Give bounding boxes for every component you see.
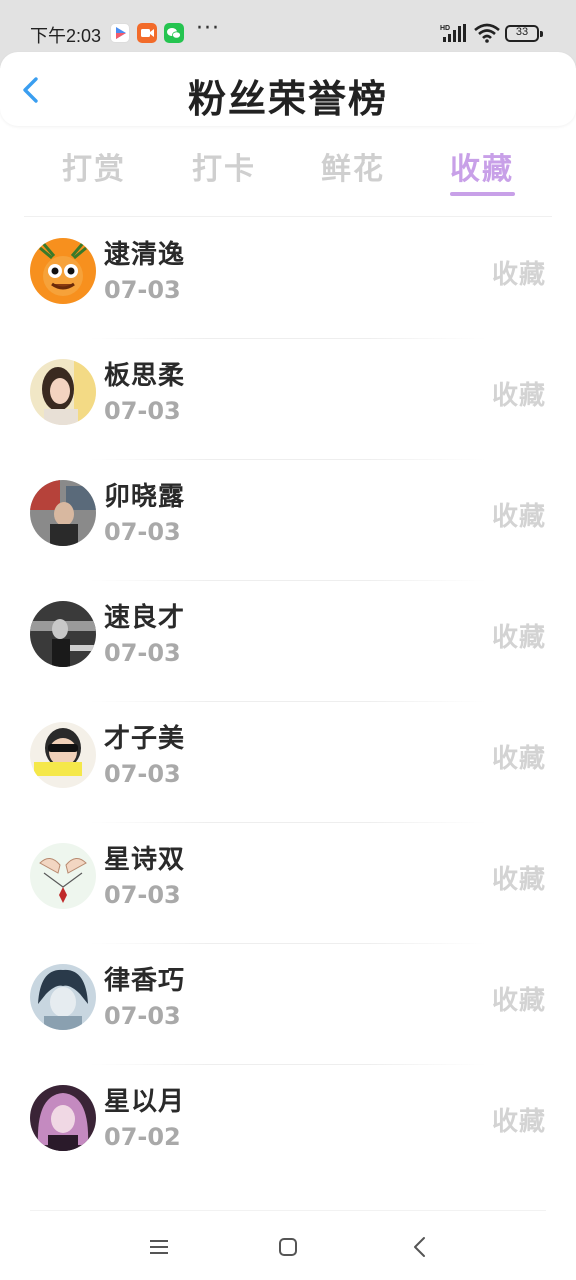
tab-flowers[interactable]: 鲜花: [321, 144, 385, 188]
anime-girl-avatar-icon[interactable]: [30, 1085, 96, 1151]
list-item[interactable]: 星诗双 07-03 收藏: [0, 823, 576, 944]
street-photo-avatar-icon[interactable]: [30, 480, 96, 546]
girl-photo-avatar-icon[interactable]: [30, 359, 96, 425]
tab-bar: 打赏 打卡 鲜花 收藏: [0, 140, 576, 202]
page-header: 粉丝荣誉榜: [0, 52, 576, 126]
fan-name: 星以月: [104, 1087, 186, 1117]
system-back-button[interactable]: [405, 1232, 435, 1262]
more-notifications-icon: ···: [196, 16, 220, 41]
divider: [24, 216, 552, 217]
battery-icon: 33: [505, 25, 539, 42]
system-nav-bar: [0, 1220, 576, 1280]
action-tag: 收藏: [491, 744, 546, 774]
tab-reward[interactable]: 打赏: [62, 144, 126, 188]
orange-cartoon-avatar-icon[interactable]: [30, 238, 96, 304]
list-item[interactable]: 才子美 07-03 收藏: [0, 702, 576, 823]
hands-necklace-avatar-icon[interactable]: [30, 843, 96, 909]
menu-button[interactable]: [144, 1232, 174, 1262]
list-item[interactable]: 板思柔 07-03 收藏: [0, 339, 576, 460]
list-item[interactable]: 卯晓露 07-03 收藏: [0, 460, 576, 581]
action-tag: 收藏: [491, 381, 546, 411]
list-item[interactable]: 逮清逸 07-03 收藏: [0, 218, 576, 339]
fan-date: 07-03: [104, 639, 181, 667]
fan-date: 07-03: [104, 276, 181, 304]
menu-icon: [150, 1240, 168, 1254]
hd-label: HD: [440, 25, 450, 32]
active-tab-indicator: [450, 192, 515, 196]
square-icon: [279, 1238, 297, 1256]
tab-favorites[interactable]: 收藏: [450, 144, 514, 188]
divider: [30, 1210, 546, 1211]
action-tag: 收藏: [491, 623, 546, 653]
fan-list: 逮清逸 07-03 收藏 板思柔 07-03 收藏 卯晓露 07-03 收藏 速…: [0, 218, 576, 1186]
fan-date: 07-02: [104, 1123, 181, 1151]
action-tag: 收藏: [491, 1107, 546, 1137]
action-tag: 收藏: [491, 260, 546, 290]
list-item[interactable]: 律香巧 07-03 收藏: [0, 944, 576, 1065]
video-app-icon: [110, 23, 130, 43]
fan-name: 速良才: [104, 603, 186, 633]
anime-boy-avatar-icon[interactable]: [30, 964, 96, 1030]
wifi-icon: [474, 23, 500, 47]
fan-date: 07-03: [104, 397, 181, 425]
home-button[interactable]: [273, 1232, 303, 1262]
signal-icon: HD: [440, 24, 468, 48]
fan-date: 07-03: [104, 881, 181, 909]
fan-name: 板思柔: [104, 361, 186, 391]
battery-tip: [540, 31, 543, 37]
action-tag: 收藏: [491, 986, 546, 1016]
fan-name: 逮清逸: [104, 240, 186, 270]
fan-date: 07-03: [104, 1002, 181, 1030]
tab-checkin[interactable]: 打卡: [192, 144, 256, 188]
battery-level: 33: [515, 26, 529, 38]
fan-name: 星诗双: [104, 845, 186, 875]
wechat-icon: [164, 23, 184, 43]
page-title: 粉丝荣誉榜: [187, 77, 388, 121]
list-item[interactable]: 星以月 07-02 收藏: [0, 1065, 576, 1186]
sunglasses-avatar-icon[interactable]: [30, 722, 96, 788]
fan-name: 律香巧: [104, 966, 186, 996]
camera-app-icon: [137, 23, 157, 43]
action-tag: 收藏: [491, 502, 546, 532]
list-item[interactable]: 速良才 07-03 收藏: [0, 581, 576, 702]
status-time: 下午2:03: [30, 26, 102, 46]
chevron-left-icon: [414, 1237, 425, 1257]
fan-name: 卯晓露: [104, 482, 186, 512]
fan-date: 07-03: [104, 760, 181, 788]
action-tag: 收藏: [491, 865, 546, 895]
bw-photo-avatar-icon[interactable]: [30, 601, 96, 667]
fan-date: 07-03: [104, 518, 181, 546]
fan-name: 才子美: [104, 724, 186, 754]
